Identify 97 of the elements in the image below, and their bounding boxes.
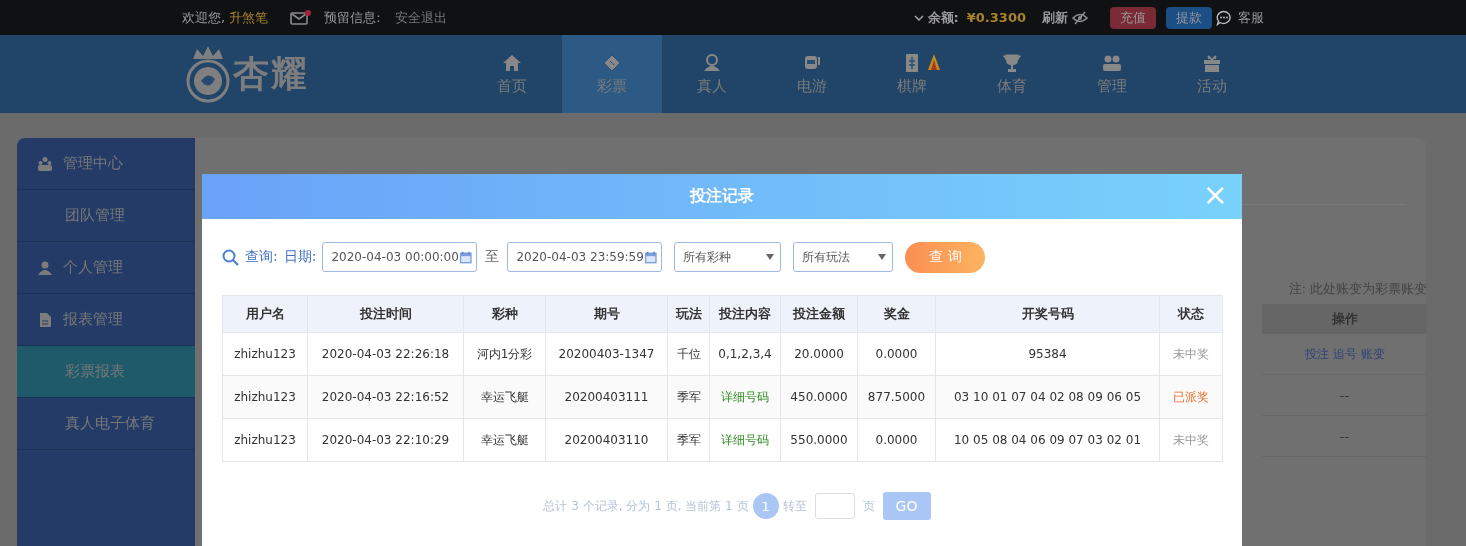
- refresh-link[interactable]: 刷新: [1042, 8, 1068, 27]
- table-cell: 10 05 08 04 06 09 07 03 02 01: [954, 433, 1141, 447]
- withdraw-button[interactable]: 提款: [1166, 6, 1212, 29]
- balance-amount: ¥0.3300: [966, 10, 1026, 25]
- action-link[interactable]: 追号: [1332, 345, 1357, 363]
- customer-service-link[interactable]: 客服: [1238, 8, 1264, 27]
- table-cell: 2020-04-03 22:16:52: [321, 390, 450, 404]
- sidebar-item[interactable]: 彩票报表: [17, 346, 195, 398]
- table-cell: 2020-04-03 22:26:18: [321, 347, 450, 361]
- date-label: 日期:: [283, 248, 317, 266]
- nav-item[interactable]: 首页: [462, 35, 562, 113]
- query-button[interactable]: 查 询: [905, 241, 986, 273]
- table-cell: 95384: [1028, 347, 1067, 361]
- table-cell: 550.0000: [790, 433, 848, 447]
- reserved-info-label: 预留信息:: [324, 8, 381, 27]
- person-icon: [701, 52, 723, 73]
- search-icon: [222, 248, 239, 266]
- ticket-icon: [601, 52, 623, 73]
- table-cell: 03 10 01 07 04 02 08 09 06 05: [954, 390, 1141, 404]
- logo-text: 杏耀: [233, 51, 309, 96]
- pagination-summary: 总计 3 个记录, 分为 1 页, 当前第 1 页: [543, 497, 749, 515]
- people-icon: [37, 155, 53, 172]
- status-text: 未中奖: [1173, 432, 1209, 447]
- table-cell: zhizhu123: [234, 390, 296, 404]
- query-label: 查询:: [245, 248, 278, 266]
- dropdown-arrow-icon: [766, 254, 775, 260]
- table-cell: 千位: [676, 346, 701, 361]
- start-date-field[interactable]: 2020-04-03 00:00:00: [322, 242, 478, 272]
- page-number-button[interactable]: 1: [752, 493, 779, 519]
- house-icon: [501, 52, 523, 73]
- nav-item[interactable]: 真人: [662, 35, 762, 113]
- document-icon: [37, 311, 53, 328]
- table-header-cell: 投注时间: [307, 295, 464, 333]
- welcome-text: 欢迎您,: [182, 8, 226, 27]
- table-header-cell: 开奖号码: [935, 295, 1160, 333]
- nav-item[interactable]: 管理: [1062, 35, 1162, 113]
- balance-label: 余额:: [927, 8, 959, 27]
- table-cell: 季军: [676, 389, 701, 404]
- table-cell: 2020-04-03 22:10:29: [321, 433, 450, 447]
- table-cell: 20200403-1347: [558, 347, 655, 361]
- table-cell: 季军: [676, 432, 701, 447]
- deposit-button[interactable]: 充值: [1110, 6, 1156, 29]
- end-date-field[interactable]: 2020-04-03 23:59:59: [507, 242, 663, 272]
- table-cell: 0.0000: [875, 347, 918, 361]
- action-link[interactable]: 投注: [1304, 345, 1329, 363]
- range-separator: 至: [485, 248, 500, 266]
- go-button[interactable]: GO: [882, 492, 931, 520]
- mail-icon[interactable]: [290, 9, 313, 26]
- lottery-select[interactable]: 所有彩种: [674, 242, 782, 272]
- table-cell: 20200403111: [564, 390, 649, 404]
- table-header-cell: 玩法: [667, 295, 710, 333]
- dialog-title: 投注记录: [690, 186, 754, 207]
- table-header-cell: 投注金额: [780, 295, 858, 333]
- table-cell: 0.0000: [875, 433, 918, 447]
- person-icon: [37, 259, 53, 276]
- dropdown-arrow-icon: [878, 254, 887, 260]
- status-text: 已派奖: [1173, 389, 1209, 404]
- table-header-cell: 奖金: [857, 295, 936, 333]
- nav-item[interactable]: 体育: [962, 35, 1062, 113]
- table-header-cell: 彩种: [463, 295, 546, 333]
- table-cell: 450.0000: [790, 390, 848, 404]
- nav-item[interactable]: 活动: [1162, 35, 1262, 113]
- trophy-icon: [1001, 52, 1023, 73]
- chevron-down-icon[interactable]: [913, 13, 924, 22]
- calendar-icon: [458, 249, 473, 265]
- play-type-select[interactable]: 所有玩法: [793, 242, 894, 272]
- table-cell: 0,1,2,3,4: [718, 347, 772, 361]
- table-cell: 河内1分彩: [476, 346, 533, 361]
- flame-badge-icon: [927, 53, 941, 71]
- gift-icon: [1201, 52, 1223, 73]
- goto-label: 转至: [782, 497, 807, 515]
- table-cell: --: [1339, 428, 1350, 444]
- table-header-cell: 期号: [545, 295, 668, 333]
- logout-link[interactable]: 安全退出: [394, 8, 447, 27]
- table-cell: 幸运飞艇: [480, 389, 529, 404]
- table-cell: zhizhu123: [234, 347, 296, 361]
- table-cell: zhizhu123: [234, 433, 296, 447]
- status-text: 未中奖: [1173, 346, 1209, 361]
- nav-item[interactable]: 棋牌: [862, 35, 962, 113]
- page-unit-label: 页: [862, 497, 875, 515]
- table-cell: 幸运飞艇: [480, 432, 529, 447]
- calendar-icon: [643, 249, 658, 265]
- table-header-cell: 投注内容: [709, 295, 781, 333]
- table-cell: --: [1339, 387, 1350, 403]
- chat-icon[interactable]: [1216, 9, 1232, 26]
- table-header-cell: 用户名: [222, 295, 308, 333]
- table-cell: 20200403110: [564, 433, 649, 447]
- close-button[interactable]: ×: [1198, 180, 1232, 210]
- action-link[interactable]: 账变: [1360, 345, 1385, 363]
- table-cell: 877.5000: [867, 390, 926, 404]
- nav-item[interactable]: 电游: [762, 35, 862, 113]
- username[interactable]: 升煞笔: [229, 8, 269, 27]
- eye-slash-icon[interactable]: [1072, 10, 1088, 25]
- nav-item[interactable]: 彩票: [562, 35, 662, 113]
- page-input[interactable]: [814, 493, 855, 519]
- table-header-cell: 状态: [1159, 295, 1223, 333]
- table-cell: 20.0000: [794, 347, 844, 361]
